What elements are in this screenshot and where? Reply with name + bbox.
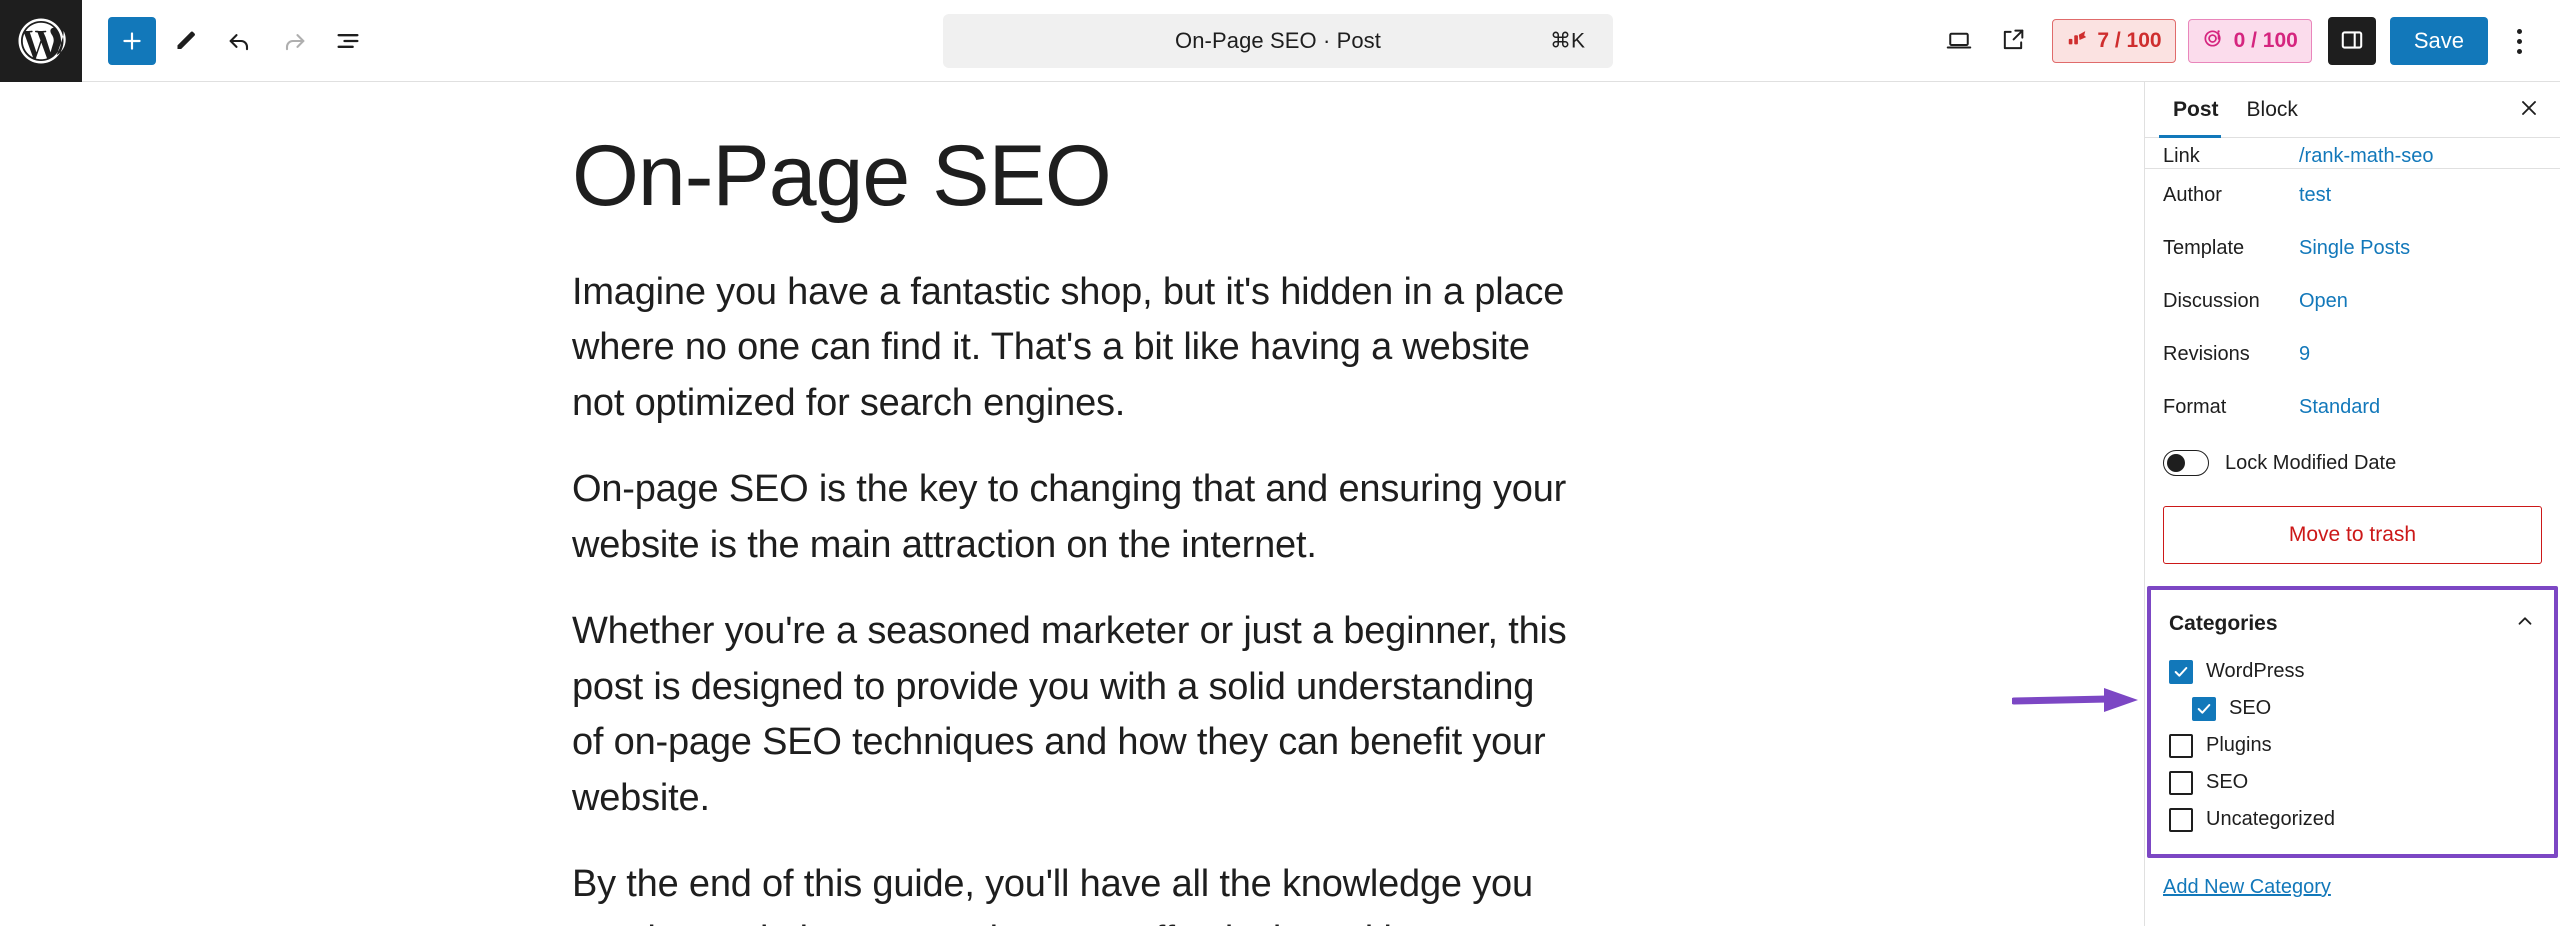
meta-label-format: Format xyxy=(2163,396,2227,418)
meta-value-format[interactable]: Standard xyxy=(2299,396,2380,419)
lock-modified-date-toggle[interactable] xyxy=(2163,450,2209,476)
command-bar-shortcut: ⌘K xyxy=(1549,29,1585,53)
paragraph-block-1[interactable]: Imagine you have a fantastic shop, but i… xyxy=(572,265,1572,431)
category-item-uncategorized[interactable]: Uncategorized xyxy=(2151,801,2554,838)
misspelled-word: optimize xyxy=(708,919,848,926)
categories-panel-header[interactable]: Categories xyxy=(2151,590,2554,653)
category-checkbox-plugins[interactable] xyxy=(2169,733,2193,758)
settings-sidebar-toggle-button[interactable] xyxy=(2327,17,2376,65)
meta-row-discussion[interactable]: Discussion Open xyxy=(2145,275,2560,328)
kebab-menu-icon xyxy=(2516,28,2522,34)
meta-row-revisions[interactable]: Revisions 9 xyxy=(2145,328,2560,381)
kebab-dot-2 xyxy=(2516,38,2522,44)
category-label-seo-child: SEO xyxy=(2229,697,2272,719)
meta-row-template[interactable]: Template Single Posts xyxy=(2145,222,2560,275)
document-overview-icon xyxy=(334,27,362,55)
external-link-icon xyxy=(1999,26,2027,57)
category-checkbox-seo-child[interactable] xyxy=(2192,696,2216,721)
paragraph-block-2[interactable]: On-page SEO is the key to changing that … xyxy=(572,462,1572,573)
category-item-seo[interactable]: SEO xyxy=(2151,764,2554,801)
lock-modified-date-row[interactable]: Lock Modified Date xyxy=(2145,434,2560,492)
undo-arrow-icon xyxy=(226,27,254,55)
kebab-dot-3 xyxy=(2516,48,2522,54)
category-label-plugins: Plugins xyxy=(2206,734,2272,756)
redo-arrow-icon xyxy=(280,27,308,55)
category-checkbox-uncategorized[interactable] xyxy=(2169,807,2193,832)
meta-row-format[interactable]: Format Standard xyxy=(2145,381,2560,434)
paragraph-text-3: Whether you're a seasoned marketer or ju… xyxy=(572,610,1567,819)
desktop-preview-icon xyxy=(1944,25,1974,58)
tab-block[interactable]: Block xyxy=(2233,82,2312,138)
toggle-knob xyxy=(2167,454,2185,472)
category-label-seo: SEO xyxy=(2206,771,2249,793)
chevron-up-icon[interactable] xyxy=(2514,610,2536,637)
meta-label-link: Link xyxy=(2163,145,2200,167)
content-ai-score-value: 0 / 100 xyxy=(2233,29,2298,52)
meta-value-author[interactable]: test xyxy=(2299,184,2331,207)
plus-icon xyxy=(119,28,145,54)
tools-edit-button[interactable] xyxy=(162,17,210,65)
add-block-button[interactable] xyxy=(108,16,156,65)
preview-button[interactable] xyxy=(1932,14,1986,68)
paragraph-text-4a: By the end of this guide, you'll have al… xyxy=(572,863,1533,926)
command-bar-title: On-Page SEO · Post xyxy=(1175,28,1381,53)
wordpress-logo-icon xyxy=(14,14,68,68)
post-title[interactable]: On-Page SEO xyxy=(572,130,1572,223)
paragraph-block-4[interactable]: By the end of this guide, you'll have al… xyxy=(572,857,1572,926)
post-content-wrapper: On-Page SEO Imagine you have a fantastic… xyxy=(572,82,1572,926)
seo-score-value: 7 / 100 xyxy=(2097,29,2162,52)
meta-label-revisions: Revisions xyxy=(2163,343,2250,365)
category-item-wordpress[interactable]: WordPress xyxy=(2151,653,2554,690)
lock-modified-date-label: Lock Modified Date xyxy=(2225,451,2397,474)
paragraph-text-2: On-page SEO is the key to changing that … xyxy=(572,468,1567,566)
move-to-trash-button[interactable]: Move to trash xyxy=(2163,506,2542,564)
meta-value-revisions[interactable]: 9 xyxy=(2299,343,2310,366)
add-new-category-link[interactable]: Add New Category xyxy=(2163,876,2331,899)
post-body[interactable]: Imagine you have a fantastic shop, but i… xyxy=(572,265,1572,926)
wordpress-logo-button[interactable] xyxy=(0,0,82,82)
tab-post[interactable]: Post xyxy=(2159,82,2233,138)
redo-button[interactable] xyxy=(270,17,318,65)
seo-score-badge[interactable]: 7 / 100 xyxy=(2052,19,2176,63)
editor-canvas[interactable]: On-Page SEO Imagine you have a fantastic… xyxy=(0,82,2144,926)
meta-label-author: Author xyxy=(2163,184,2222,206)
category-item-plugins[interactable]: Plugins xyxy=(2151,727,2554,764)
category-item-seo-child[interactable]: SEO xyxy=(2151,690,2554,727)
sidebar-panel-icon xyxy=(2339,27,2365,56)
meta-label-template: Template xyxy=(2163,237,2245,259)
meta-row-author[interactable]: Author test xyxy=(2145,169,2560,222)
category-checkbox-wordpress[interactable] xyxy=(2169,659,2193,684)
more-options-button[interactable] xyxy=(2496,14,2542,68)
content-ai-score-badge[interactable]: 0 / 100 xyxy=(2187,19,2312,63)
category-label-wordpress: WordPress xyxy=(2206,660,2305,682)
command-bar[interactable]: On-Page SEO · Post ⌘K xyxy=(943,14,1613,68)
document-overview-button[interactable] xyxy=(324,17,372,65)
save-button[interactable]: Save xyxy=(2389,17,2488,65)
settings-sidebar: Post Block Link /rank-math-seo Author te… xyxy=(2144,82,2560,926)
paragraph-text-1: Imagine you have a fantastic shop, but i… xyxy=(572,270,1565,424)
category-checkbox-seo[interactable] xyxy=(2169,770,2193,795)
pencil-icon xyxy=(173,28,199,54)
rank-math-icon xyxy=(2066,27,2088,55)
meta-row-link[interactable]: Link /rank-math-seo xyxy=(2145,138,2560,168)
view-post-button[interactable] xyxy=(1986,14,2040,68)
sidebar-scroll-area[interactable]: Link /rank-math-seo Author test Template… xyxy=(2145,138,2560,926)
close-x-icon xyxy=(2517,96,2541,123)
editor-top-bar: On-Page SEO · Post ⌘K 7 / 100 0 / 100 Sa… xyxy=(0,0,2560,82)
content-ai-icon xyxy=(2202,27,2225,56)
meta-value-template[interactable]: Single Posts xyxy=(2299,237,2410,260)
categories-panel: Categories WordPress SEO Plugins SEO Unc… xyxy=(2147,586,2558,858)
editor-tools-group xyxy=(82,16,372,65)
close-sidebar-button[interactable] xyxy=(2510,91,2548,129)
top-bar-actions: 7 / 100 0 / 100 Save xyxy=(1932,0,2542,82)
meta-value-discussion[interactable]: Open xyxy=(2299,290,2348,313)
meta-label-discussion: Discussion xyxy=(2163,290,2260,312)
undo-button[interactable] xyxy=(216,17,264,65)
category-label-uncategorized: Uncategorized xyxy=(2206,808,2335,830)
categories-panel-title: Categories xyxy=(2169,611,2278,635)
paragraph-block-3[interactable]: Whether you're a seasoned marketer or ju… xyxy=(572,604,1572,826)
meta-value-link[interactable]: /rank-math-seo xyxy=(2299,145,2434,168)
sidebar-tab-bar: Post Block xyxy=(2145,82,2560,138)
